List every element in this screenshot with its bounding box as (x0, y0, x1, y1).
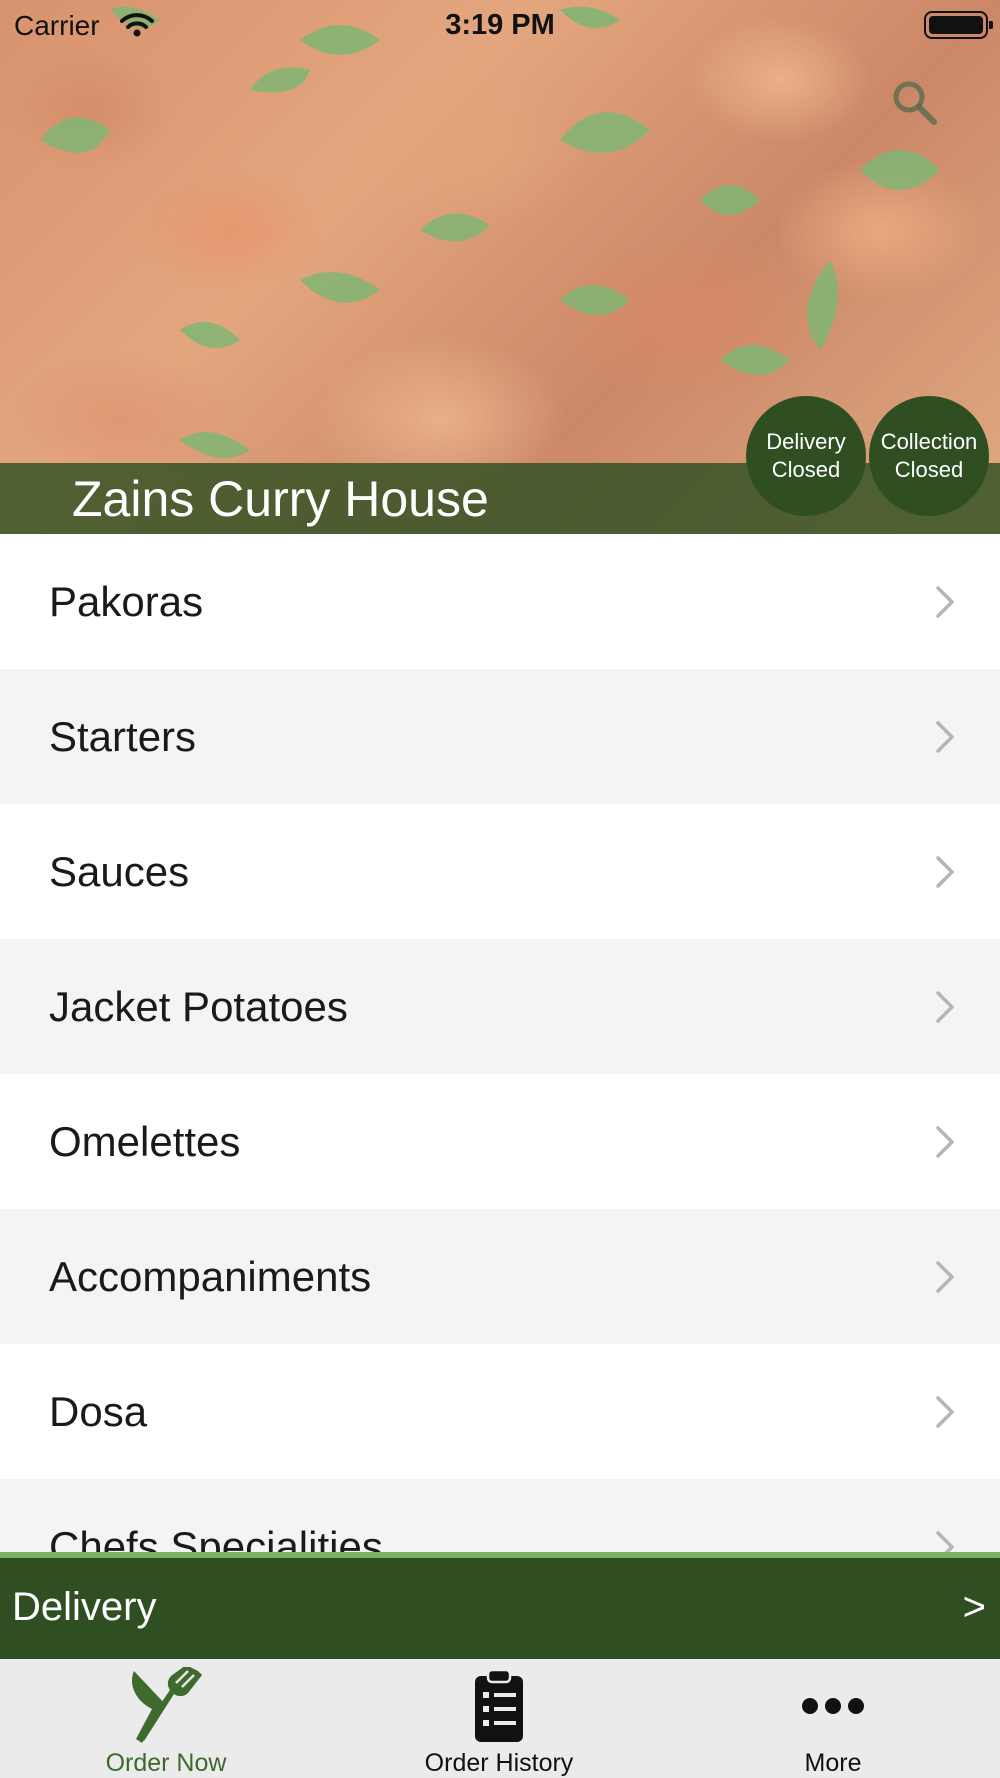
chevron-right-icon (936, 1395, 954, 1428)
menu-category-label: Pakoras (49, 577, 204, 625)
tab-more-label: More (804, 1749, 862, 1777)
search-icon[interactable] (888, 76, 942, 130)
collection-status-badge: Collection Closed (869, 396, 989, 516)
chevron-right-icon (936, 720, 954, 753)
menu-category-label: Accompaniments (49, 1252, 372, 1300)
collection-status-line1: Collection (880, 429, 978, 454)
tab-order-now-label: Order Now (105, 1749, 227, 1777)
delivery-status-line2: Closed (771, 457, 841, 482)
delivery-status-line1: Delivery (766, 429, 846, 454)
menu-category-label: Dosa (49, 1387, 148, 1435)
delivery-status-badge: Delivery Closed (746, 396, 866, 516)
status-bar: Carrier 3:19 PM (0, 0, 1000, 50)
tab-order-history-label: Order History (424, 1749, 574, 1777)
menu-category-chefs-specialities[interactable]: Chefs Specialities (0, 1479, 1000, 1557)
menu-category-label: Omelettes (49, 1117, 241, 1165)
menu-category-omelettes[interactable]: Omelettes (0, 1074, 1000, 1209)
menu-category-sauces[interactable]: Sauces (0, 804, 1000, 939)
battery-icon (924, 11, 993, 39)
chevron-right-icon (936, 1260, 954, 1293)
chevron-right-icon (936, 990, 954, 1023)
menu-category-label: Sauces (49, 847, 190, 895)
menu-category-starters[interactable]: Starters (0, 669, 1000, 804)
clipboard-list-icon (475, 1668, 523, 1742)
tab-bar: Order Now Order History More (0, 1659, 1000, 1778)
status-time: 3:19 PM (445, 9, 555, 41)
tab-order-history[interactable]: Order History (399, 1659, 599, 1778)
menu-category-dosa[interactable]: Dosa (0, 1344, 1000, 1479)
tab-order-now[interactable]: Order Now (66, 1659, 266, 1778)
fork-knife-icon (132, 1667, 202, 1743)
tab-more[interactable]: More (733, 1659, 933, 1778)
delivery-mode-arrow: > (962, 1585, 986, 1629)
menu-category-accompaniments[interactable]: Accompaniments (0, 1209, 1000, 1344)
collection-status-line2: Closed (894, 457, 964, 482)
more-dots-icon (802, 1698, 864, 1714)
menu-category-jacket-potatoes[interactable]: Jacket Potatoes (0, 939, 1000, 1074)
delivery-mode-button[interactable]: Delivery > (0, 1552, 1000, 1659)
menu-category-label: Jacket Potatoes (49, 982, 348, 1030)
menu-category-list[interactable]: Pakoras Starters Sauces Jacket Potatoes … (0, 534, 1000, 1557)
chevron-right-icon (936, 1125, 954, 1158)
chevron-right-icon (936, 855, 954, 888)
store-name: Zains Curry House (72, 471, 489, 527)
chevron-right-icon (936, 585, 954, 618)
menu-category-pakoras[interactable]: Pakoras (0, 534, 1000, 669)
hero-banner: Carrier 3:19 PM Zains Curry House Delive… (0, 0, 1000, 534)
delivery-mode-label: Delivery (12, 1585, 157, 1629)
menu-category-label: Starters (49, 712, 197, 760)
